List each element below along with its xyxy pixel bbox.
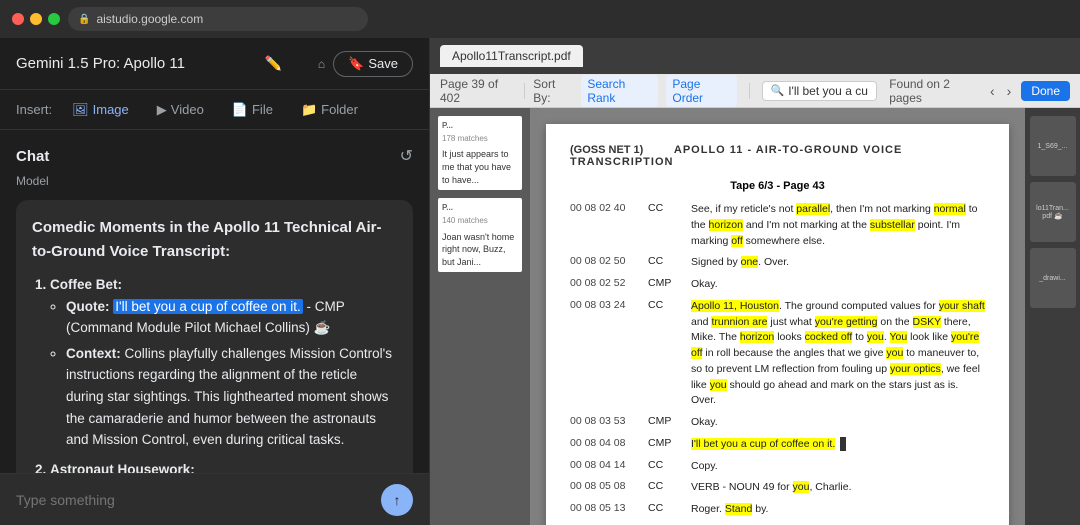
- video-icon: ▶: [157, 102, 167, 118]
- pdf-row-8: 00 08 05 08 CC VERB - NOUN 49 for you, C…: [570, 480, 985, 496]
- far-right-thumb-1[interactable]: 1_S69_...: [1030, 116, 1076, 176]
- pdf-row-9: 00 08 05 13 CC Roger. Stand by.: [570, 502, 985, 518]
- send-icon: ↑: [394, 492, 401, 508]
- pdf-row-1: 00 08 02 40 CC See, if my reticle's not …: [570, 202, 985, 249]
- gemini-header: Gemini 1.5 Pro: Apollo 11 ✏️ ⌂ 🔖 Save: [0, 38, 429, 90]
- pdf-page: (GOSS NET 1) APOLLO 11 - AIR-TO-GROUND V…: [546, 124, 1009, 525]
- url-text: aistudio.google.com: [96, 12, 203, 26]
- chat-header-row: Chat ↺: [16, 146, 413, 166]
- sublist-1: Quote: I'll bet you a cup of coffee on i…: [50, 296, 397, 451]
- found-text: Found on 2 pages: [889, 77, 980, 105]
- message-title: Comedic Moments in the Apollo 11 Technic…: [32, 216, 397, 264]
- pdf-row-7: 00 08 04 14 CC Copy.: [570, 459, 985, 475]
- model-label: Model: [16, 174, 413, 188]
- pdf-thumb-2[interactable]: P... 140 matches Joan wasn't home right …: [438, 198, 522, 272]
- sort-by-label: Sort By:: [533, 77, 573, 105]
- list-item-2: Astronaut Housework: Quote: "I've been c…: [50, 459, 397, 473]
- chat-message-box: Comedic Moments in the Apollo 11 Technic…: [16, 200, 413, 473]
- pdf-main: (GOSS NET 1) APOLLO 11 - AIR-TO-GROUND V…: [530, 108, 1025, 525]
- edit-icon[interactable]: ✏️: [264, 55, 281, 72]
- folder-icon: 📁: [301, 102, 317, 118]
- insert-file-button[interactable]: 📄 File: [224, 100, 281, 120]
- main-content: Gemini 1.5 Pro: Apollo 11 ✏️ ⌂ 🔖 Save In…: [0, 38, 1080, 525]
- pdf-row-3: 00 08 02 52 CMP Okay.: [570, 277, 985, 293]
- browser-bar: 🔒 aistudio.google.com: [0, 0, 1080, 38]
- context-item-1: Context: Collins playfully challenges Mi…: [66, 343, 397, 451]
- pdf-row-5: 00 08 03 53 CMP Okay.: [570, 415, 985, 431]
- done-button[interactable]: Done: [1021, 81, 1070, 101]
- pdf-body: P... 178 matches It just appears to me t…: [430, 108, 1080, 525]
- far-right-panel: 1_S69_... lo11Tran... pdf ☕ _drawi...: [1025, 108, 1080, 525]
- pdf-tape-heading: Tape 6/3 - Page 43: [570, 180, 985, 192]
- search-icon: 🔍: [771, 84, 785, 97]
- google-logo: ⌂: [318, 57, 325, 71]
- pdf-tab[interactable]: Apollo11Transcript.pdf: [440, 45, 583, 67]
- search-rank-button[interactable]: Search Rank: [581, 75, 658, 107]
- file-icon: 📄: [232, 102, 248, 118]
- lock-icon: 🔒: [78, 14, 90, 25]
- insert-bar: Insert: 🖼 Image ▶ Video 📄 File 📁 Folder: [0, 90, 429, 130]
- quote-item-1: Quote: I'll bet you a cup of coffee on i…: [66, 296, 397, 339]
- pdf-search-input[interactable]: [788, 84, 868, 98]
- far-right-thumb-3[interactable]: _drawi...: [1030, 248, 1076, 308]
- pdf-page-header: (GOSS NET 1) APOLLO 11 - AIR-TO-GROUND V…: [570, 144, 985, 168]
- pdf-search-bar: 🔍: [762, 81, 878, 101]
- next-result-button[interactable]: ›: [1005, 83, 1014, 99]
- pdf-controls: Page 39 of 402 Sort By: Search Rank Page…: [430, 74, 1080, 108]
- gemini-panel: Gemini 1.5 Pro: Apollo 11 ✏️ ⌂ 🔖 Save In…: [0, 38, 430, 525]
- page-info: Page 39 of 402: [440, 77, 516, 105]
- send-button[interactable]: ↑: [381, 484, 413, 516]
- pdf-sidebar: P... 178 matches It just appears to me t…: [430, 108, 530, 525]
- refresh-icon[interactable]: ↺: [400, 146, 413, 166]
- chat-input[interactable]: [16, 492, 373, 508]
- list-item-1: Coffee Bet: Quote: I'll bet you a cup of…: [50, 274, 397, 451]
- insert-folder-button[interactable]: 📁 Folder: [293, 100, 366, 120]
- pdf-thumb-1[interactable]: P... 178 matches It just appears to me t…: [438, 116, 522, 190]
- insert-image-button[interactable]: 🖼 Image: [64, 100, 137, 120]
- save-button[interactable]: 🔖 Save: [333, 51, 413, 77]
- far-right-thumb-2[interactable]: lo11Tran... pdf ☕: [1030, 182, 1076, 242]
- close-dot[interactable]: [12, 13, 24, 25]
- message-list: Coffee Bet: Quote: I'll bet you a cup of…: [32, 274, 397, 473]
- insert-label: Insert:: [16, 102, 52, 117]
- address-bar[interactable]: 🔒 aistudio.google.com: [68, 7, 368, 31]
- chat-input-bar: ↑: [0, 473, 429, 525]
- insert-video-button[interactable]: ▶ Video: [149, 100, 212, 120]
- minimize-dot[interactable]: [30, 13, 42, 25]
- prev-result-button[interactable]: ‹: [988, 83, 997, 99]
- window-controls: [12, 13, 60, 25]
- gemini-title: Gemini 1.5 Pro: Apollo 11: [16, 55, 256, 72]
- chat-heading: Chat: [16, 148, 49, 165]
- chat-area: Chat ↺ Model Comedic Moments in the Apol…: [0, 130, 429, 473]
- image-icon: 🖼: [72, 102, 89, 118]
- pdf-row-2: 00 08 02 50 CC Signed by one. Over.: [570, 255, 985, 271]
- pdf-panel: Apollo11Transcript.pdf Page 39 of 402 So…: [430, 38, 1080, 525]
- maximize-dot[interactable]: [48, 13, 60, 25]
- highlighted-quote: I'll bet you a cup of coffee on it.: [113, 299, 302, 314]
- pdf-row-4: 00 08 03 24 CC Apollo 11, Houston. The g…: [570, 299, 985, 409]
- pdf-toolbar: Apollo11Transcript.pdf: [430, 38, 1080, 74]
- page-order-button[interactable]: Page Order: [666, 75, 736, 107]
- bookmark-icon: 🔖: [348, 56, 364, 72]
- pdf-row-key: 00 08 04 08 CMP I'll bet you a cup of co…: [570, 437, 985, 453]
